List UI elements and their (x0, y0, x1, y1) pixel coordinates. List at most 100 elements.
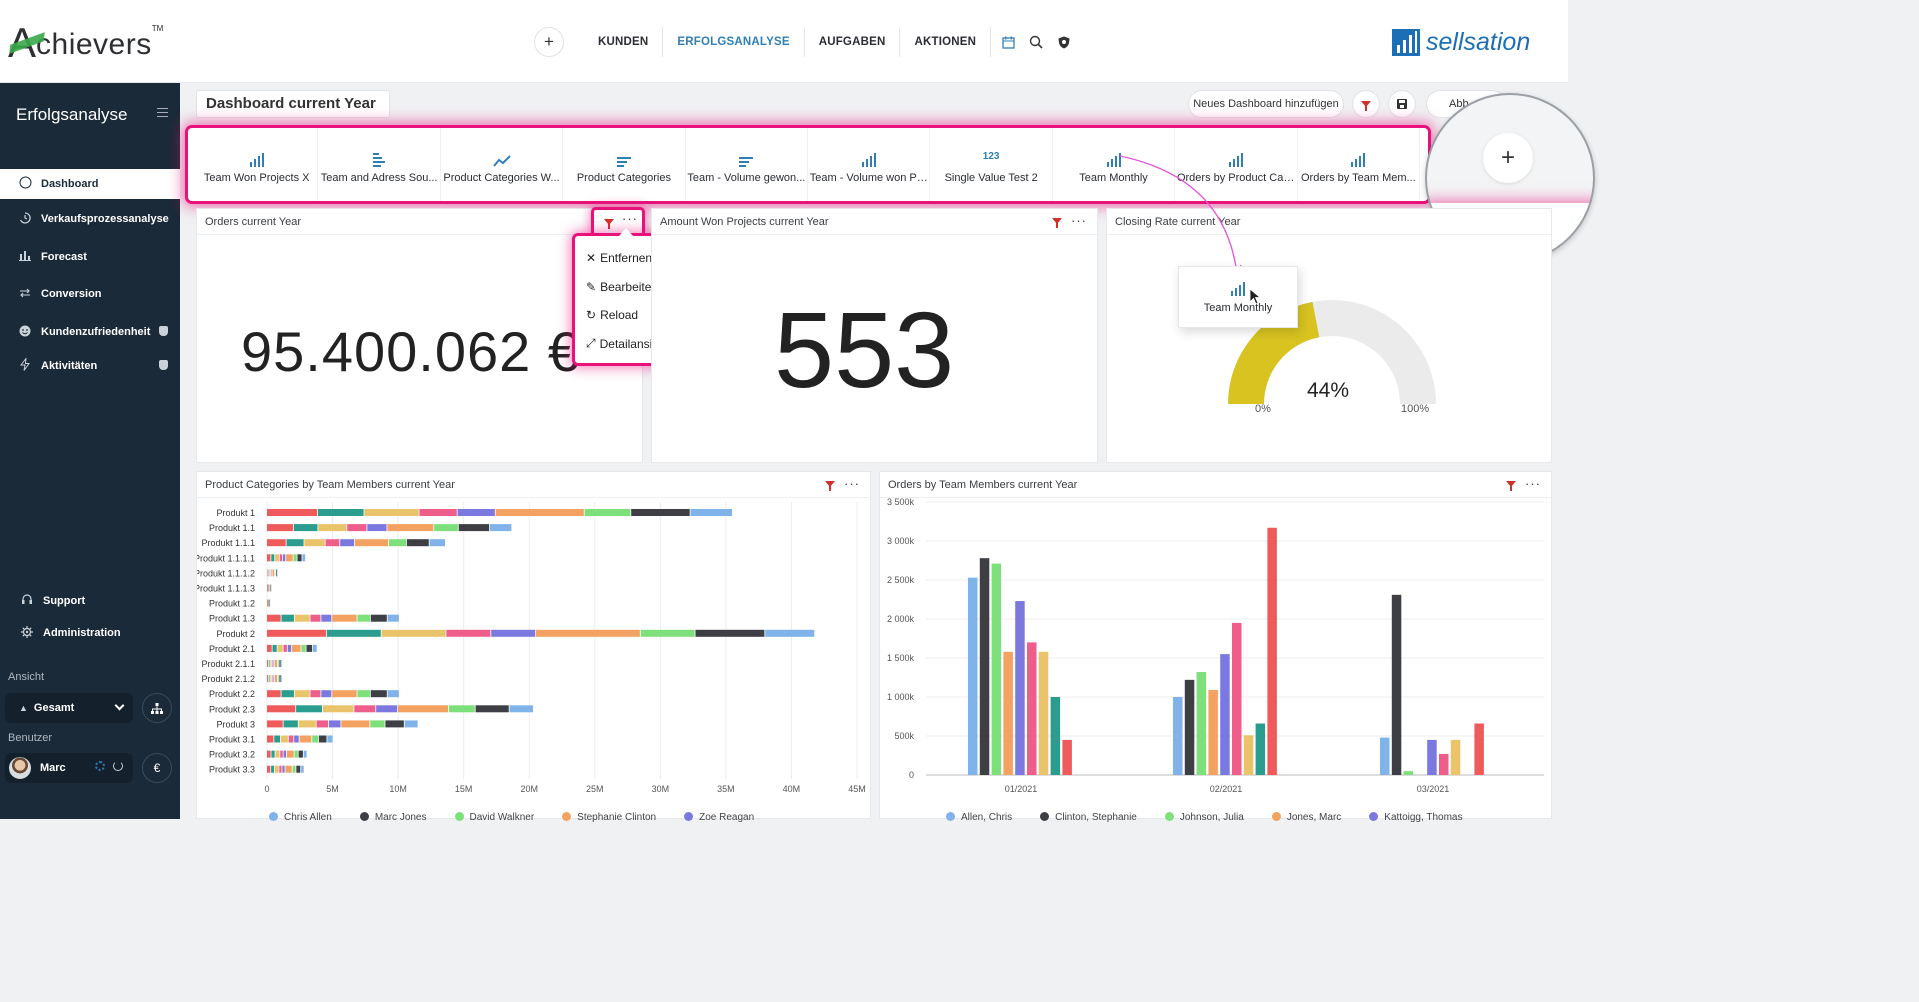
legend-item[interactable]: Clinton, Stephanie (1040, 812, 1137, 823)
legend-item[interactable]: Chris Allen (269, 812, 332, 823)
nav-aktionen[interactable]: AKTIONEN (900, 27, 992, 57)
bar (1232, 622, 1242, 775)
bar-segment (294, 735, 299, 743)
more-icon[interactable]: ··· (622, 212, 638, 225)
achievers-logo[interactable]: A chievers TM (8, 22, 163, 64)
bar-segment (370, 720, 385, 728)
panel-title: Amount Won Projects current Year (660, 216, 829, 228)
legend-item[interactable]: Stephanie Clinton (562, 812, 656, 823)
bar-segment (310, 690, 321, 698)
user-select[interactable]: Marc (5, 753, 133, 783)
sidebar-item-dashboard[interactable]: Dashboard (0, 169, 180, 199)
y-tick-label: Produkt 2.1 (209, 644, 255, 654)
more-icon[interactable]: ··· (1525, 477, 1541, 490)
save-button[interactable] (1388, 90, 1416, 118)
widget-tile[interactable]: Team - Volume won Pr... (808, 128, 931, 201)
gauge-min: 0% (1255, 403, 1271, 415)
y-tick-label: Produkt 3.2 (209, 750, 255, 760)
horizontal-bar-icon (616, 145, 631, 167)
sidebar-item-verkaufsprozessanalyse[interactable]: Verkaufsprozessanalyse (0, 204, 180, 234)
widget-tile[interactable]: Product Categories (563, 128, 686, 201)
legend-item[interactable]: Allen, Chris (946, 812, 1012, 823)
sidebar-item-conversion[interactable]: Conversion (0, 279, 180, 309)
panel-title: Orders current Year (205, 216, 301, 228)
bar-segment (267, 539, 286, 547)
legend-item[interactable]: Johnson, Julia (1164, 812, 1244, 823)
nav-aufgaben[interactable]: AUFGABEN (805, 27, 901, 57)
legend-item[interactable]: Zoe Reagan (684, 812, 754, 823)
add-dashboard-button[interactable]: Neues Dashboard hinzufügen (1188, 90, 1344, 118)
sidebar-item-forecast[interactable]: Forecast (0, 242, 180, 272)
widget-tile[interactable]: Product Categories W... (441, 128, 564, 201)
y-tick-label: 2 000k (887, 614, 915, 624)
bar (1196, 672, 1207, 775)
bar-segment (584, 509, 631, 516)
filter-icon[interactable] (1052, 218, 1062, 228)
x-tick-label: 0 (264, 784, 269, 794)
widget-tile[interactable]: Orders by Team Mem... (1298, 128, 1421, 201)
bar-segment (287, 644, 291, 652)
add-widget-button[interactable]: + (1483, 133, 1533, 183)
bar-segment (457, 509, 495, 516)
more-icon[interactable]: ··· (1071, 214, 1087, 227)
view-select[interactable]: ▲ Gesamt (5, 693, 133, 723)
currency-button[interactable]: € (142, 753, 172, 783)
bar-segment (293, 524, 318, 532)
panel-tools: ··· (1506, 477, 1541, 491)
filter-icon[interactable] (1506, 481, 1516, 491)
filter-icon[interactable] (604, 219, 614, 229)
widget-tile[interactable]: Team - Volume gewon... (686, 128, 809, 201)
y-tick-label: Produkt 2 (216, 629, 255, 639)
bar-segment (299, 735, 312, 743)
menu-icon[interactable] (157, 108, 168, 117)
bar-segment (357, 614, 370, 622)
bar-segment (267, 675, 268, 683)
sidebar-item-aktivitaeten[interactable]: Aktivitäten (0, 351, 180, 381)
bar (1450, 739, 1461, 775)
bar-segment (448, 705, 475, 713)
power-icon[interactable] (113, 761, 123, 771)
sidebar-support[interactable]: Support (0, 586, 180, 616)
bar-segment (640, 629, 695, 637)
sidebar-item-kundenzufriedenheit[interactable]: Kundenzufriedenheit (0, 317, 180, 347)
bar-segment (310, 614, 321, 622)
legend-item[interactable]: Marc Jones (359, 812, 427, 823)
bar-segment (332, 614, 357, 622)
filter-icon[interactable] (825, 481, 835, 491)
panel-amount-won: Amount Won Projects current Year ··· 553 (651, 208, 1098, 463)
dragged-widget-tile[interactable]: Team Monthly (1178, 266, 1298, 328)
sidebar-item-label: Kundenzufriedenheit (41, 326, 151, 338)
orders-team-chart: 0 500k 1 000k 1 500k 2 000k 2 500k 3 000k 3 500… (887, 497, 1544, 794)
legend-item[interactable]: Kattoigg, Thomas (1369, 812, 1462, 823)
legend-label: Kattoigg, Thomas (1384, 812, 1463, 823)
widget-tile[interactable]: 123 Single Value Test 2 (930, 128, 1053, 201)
more-icon[interactable]: ··· (844, 477, 860, 490)
filter-button[interactable] (1352, 90, 1380, 118)
bar-segment (328, 720, 341, 728)
calendar-icon[interactable] (997, 31, 1019, 53)
bar-segment (419, 509, 457, 516)
nav-kunden[interactable]: KUNDEN (584, 27, 664, 57)
hierarchy-button[interactable] (142, 693, 172, 723)
nav-erfolgsanalyse[interactable]: ERFOLGSANALYSE (663, 27, 805, 57)
bar-segment (276, 569, 277, 577)
bar-segment (270, 660, 272, 667)
bar-segment (282, 765, 285, 773)
shield-icon[interactable] (1053, 31, 1075, 53)
widget-tile[interactable]: Team and Adress Sou... (318, 128, 441, 201)
sidebar-administration[interactable]: Administration (0, 618, 180, 648)
widget-tile[interactable]: Team Won Projects X (196, 128, 319, 201)
line-chart-icon (492, 145, 511, 167)
bar (979, 558, 990, 775)
legend-label: Stephanie Clinton (577, 812, 657, 823)
search-icon[interactable] (1025, 31, 1047, 53)
bar-segment (270, 675, 272, 683)
add-button[interactable]: + (534, 27, 564, 57)
legend-item[interactable]: David Walkner (454, 812, 534, 823)
dashboard-title-input[interactable]: Dashboard current Year (196, 90, 390, 118)
settings-icon[interactable] (95, 761, 105, 771)
user-name: Marc (40, 762, 66, 774)
widget-label: Team Won Projects X (203, 172, 310, 184)
legend-item[interactable]: Jones, Marc (1271, 812, 1341, 823)
y-tick-label: Produkt 3.1 (209, 735, 255, 745)
